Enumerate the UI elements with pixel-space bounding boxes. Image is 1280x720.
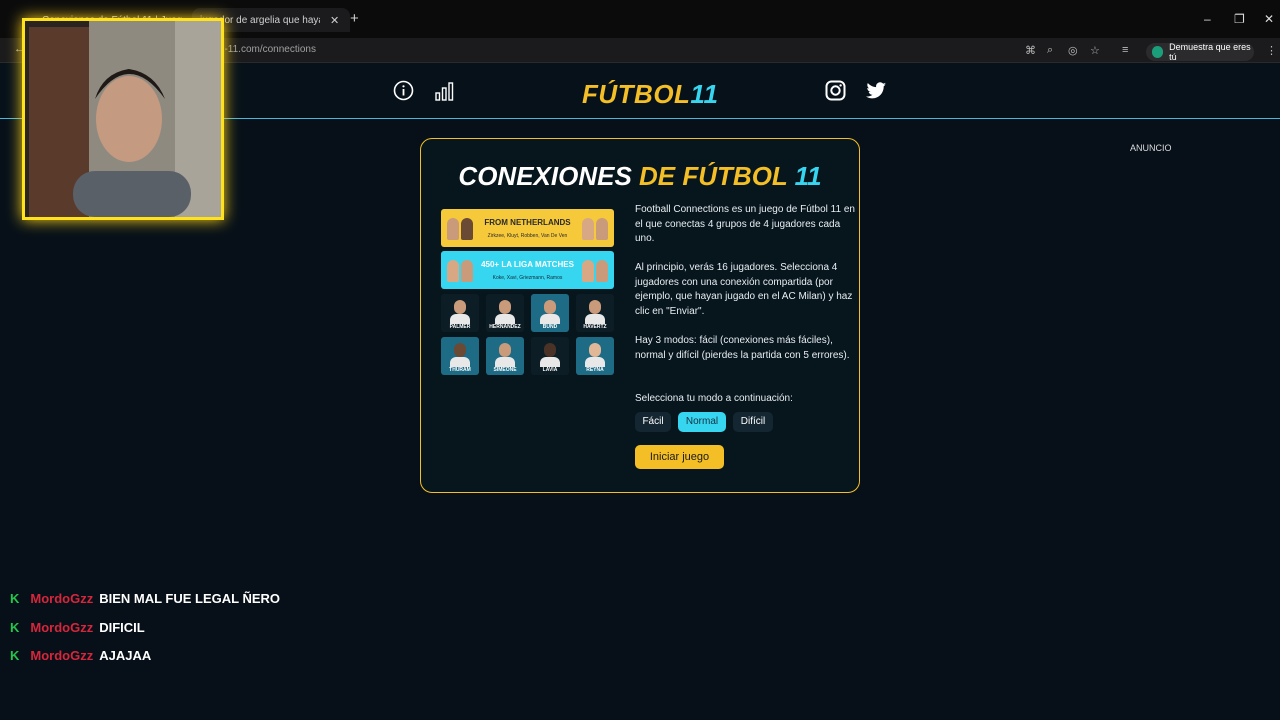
start-game-button[interactable]: Iniciar juego: [635, 445, 724, 469]
chat-text: BIEN MAL FUE LEGAL ÑERO: [99, 591, 281, 606]
maximize-icon[interactable]: ❐: [1234, 12, 1245, 26]
info-icon[interactable]: [393, 80, 414, 106]
banner-subtitle: Zirkzee, Kluyt, Robben, Van De Ven: [487, 232, 568, 239]
player-card[interactable]: HERNANDEZ: [486, 294, 524, 332]
close-window-icon[interactable]: ✕: [1264, 12, 1274, 26]
player-shirt: [540, 314, 560, 324]
player-head: [544, 343, 556, 357]
player-thumb: [582, 218, 594, 240]
description-paragraph-3: Hay 3 modos: fácil (conexiones más fácil…: [635, 335, 850, 361]
player-thumb: [461, 218, 473, 240]
player-thumb: [447, 218, 459, 240]
banner-subtitle: Koke, Xavi, Griezmann, Ramos: [492, 274, 563, 281]
new-tab-button[interactable]: +: [350, 10, 359, 27]
chat-badge: K: [10, 591, 20, 606]
chat-message: K MordoGzz AJAJAA: [10, 648, 151, 663]
chat-badge: K: [10, 648, 20, 663]
category-banner-netherlands: FROM NETHERLANDS Zirkzee, Kluyt, Robben,…: [441, 209, 614, 247]
player-thumb: [447, 260, 459, 282]
player-name: THURAM: [449, 367, 471, 373]
player-card[interactable]: SIMEONE: [486, 337, 524, 375]
avatar: [1152, 46, 1164, 58]
player-head: [544, 300, 556, 314]
card-title: CONEXIONES DE FÚTBOL 11: [421, 161, 859, 192]
chat-message: K MordoGzz BIEN MAL FUE LEGAL ÑERO: [10, 591, 280, 606]
player-head: [589, 300, 601, 314]
player-shirt: [585, 314, 605, 324]
title-cyan: 11: [794, 161, 822, 191]
chat-username: MordoGzz: [30, 620, 94, 635]
chat-badge: K: [10, 620, 20, 635]
player-thumb: [596, 218, 608, 240]
mode-hard-button[interactable]: Difícil: [733, 412, 773, 432]
webcam-feed-image: [25, 21, 221, 217]
player-head: [454, 300, 466, 314]
player-name: HERNANDEZ: [489, 324, 521, 330]
mode-easy-button[interactable]: Fácil: [635, 412, 671, 432]
banner-title: FROM NETHERLANDS: [484, 217, 571, 227]
reading-list-icon[interactable]: ≡: [1122, 44, 1128, 56]
player-head: [589, 343, 601, 357]
player-head: [499, 300, 511, 314]
player-head: [454, 343, 466, 357]
player-card[interactable]: BUND: [531, 294, 569, 332]
stats-icon[interactable]: [435, 81, 455, 106]
mode-prompt: Selecciona tu modo a continuación:: [635, 393, 793, 404]
chat-username: MordoGzz: [30, 648, 94, 663]
player-thumb: [596, 260, 608, 282]
star-icon[interactable]: ☆: [1090, 44, 1100, 57]
mode-normal-button[interactable]: Normal: [678, 412, 726, 432]
title-yellow: DE FÚTBOL: [639, 161, 788, 191]
zoom-icon[interactable]: ⌕: [1047, 44, 1053, 57]
player-name: SIMEONE: [493, 367, 517, 373]
player-name: LAVIA: [542, 367, 558, 373]
player-card[interactable]: HAVERTZ: [576, 294, 614, 332]
player-name: HAVERTZ: [583, 324, 607, 330]
player-shirt: [495, 314, 515, 324]
chat-text: DIFICIL: [99, 620, 145, 635]
minimize-icon[interactable]: –: [1204, 12, 1211, 26]
more-menu-icon[interactable]: ⋮: [1266, 44, 1277, 57]
instagram-icon[interactable]: [825, 80, 846, 106]
player-card[interactable]: PALMER: [441, 294, 479, 332]
logo-text: FÚTBOL: [582, 79, 691, 109]
category-banner-laliga: 450+ LA LIGA MATCHES Koke, Xavi, Griezma…: [441, 251, 614, 289]
translate-icon[interactable]: ⌘: [1025, 44, 1036, 57]
profile-chip[interactable]: Demuestra que eres tú: [1146, 42, 1254, 62]
player-thumb: [461, 260, 473, 282]
player-card[interactable]: REYNA: [576, 337, 614, 375]
logo-number: 11: [690, 79, 719, 109]
eye-off-icon[interactable]: ◎: [1068, 44, 1078, 57]
intro-card: CONEXIONES DE FÚTBOL 11 FROM NETHERLANDS…: [420, 138, 860, 493]
player-name: PALMER: [449, 324, 471, 330]
close-tab-icon[interactable]: ✕: [330, 14, 339, 27]
player-head: [499, 343, 511, 357]
description-paragraph-2: Al principio, verás 16 jugadores. Selecc…: [635, 262, 853, 317]
player-shirt: [450, 357, 470, 367]
site-logo[interactable]: FÚTBOL11: [582, 79, 718, 110]
profile-label: Demuestra que eres tú: [1169, 42, 1251, 62]
url-field[interactable]: futbol-11.com/connections: [200, 42, 900, 60]
twitter-icon[interactable]: [866, 82, 887, 105]
player-card[interactable]: LAVIA: [531, 337, 569, 375]
chat-username: MordoGzz: [30, 591, 94, 606]
description-paragraph-1: Football Connections es un juego de Fútb…: [635, 204, 855, 244]
chat-message: K MordoGzz DIFICIL: [10, 620, 145, 635]
webcam-overlay: [22, 18, 224, 220]
ad-label: ANUNCIO: [1130, 143, 1172, 153]
player-shirt: [450, 314, 470, 324]
player-shirt: [540, 357, 560, 367]
player-shirt: [585, 357, 605, 367]
title-white: CONEXIONES: [458, 161, 632, 191]
banner-title: 450+ LA LIGA MATCHES: [481, 259, 574, 269]
player-thumb: [582, 260, 594, 282]
chat-text: AJAJAA: [99, 648, 152, 663]
player-shirt: [495, 357, 515, 367]
player-name: BUND: [542, 324, 558, 330]
player-name: REYNA: [586, 367, 604, 373]
player-card[interactable]: THURAM: [441, 337, 479, 375]
